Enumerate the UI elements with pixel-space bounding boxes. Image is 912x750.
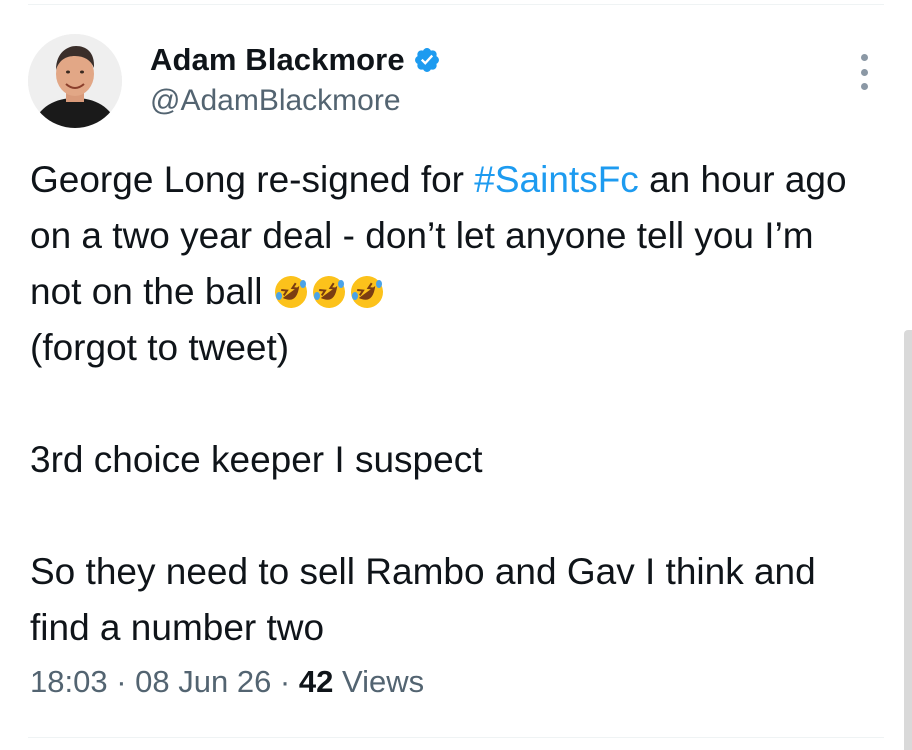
top-divider (28, 4, 884, 5)
meta-separator: · (107, 664, 136, 699)
tweet-paragraph-3: So they need to sell Rambo and Gav I thi… (30, 551, 816, 648)
hashtag-link[interactable]: #SaintsFc (474, 159, 639, 200)
tweet-time[interactable]: 18:03 (30, 664, 108, 699)
tweet-text-part: George Long re-signed for (30, 159, 475, 200)
bottom-divider (28, 737, 884, 738)
name-row: Adam Blackmore (150, 40, 441, 80)
tweet-text: George Long re-signed for #SaintsFc an h… (30, 152, 870, 656)
tweet-meta: 18:03 · 08 Jun 26 · 42 Views (30, 664, 424, 700)
verified-badge-icon (413, 46, 441, 74)
tweet-paragraph-2: 3rd choice keeper I suspect (30, 439, 483, 480)
display-name[interactable]: Adam Blackmore (150, 42, 405, 78)
tweet-header: Adam Blackmore @AdamBlackmore (150, 40, 441, 118)
scrollbar[interactable] (904, 330, 912, 750)
tweet-text-part: (forgot to tweet) (30, 327, 290, 368)
rolling-on-floor-laughing-emoji-icon (311, 270, 347, 308)
avatar[interactable] (28, 34, 122, 128)
user-handle[interactable]: @AdamBlackmore (150, 84, 441, 118)
tweet-date[interactable]: 08 Jun 26 (135, 664, 271, 699)
meta-separator: · (271, 664, 299, 699)
rolling-on-floor-laughing-emoji-icon (349, 270, 385, 308)
tweet-paragraph-1: George Long re-signed for #SaintsFc an h… (30, 152, 870, 376)
rolling-on-floor-laughing-emoji-icon (273, 270, 309, 308)
avatar-image (28, 34, 122, 128)
more-options-icon[interactable] (854, 54, 874, 90)
views-label[interactable]: Views (333, 664, 424, 699)
views-count[interactable]: 42 (299, 664, 333, 699)
